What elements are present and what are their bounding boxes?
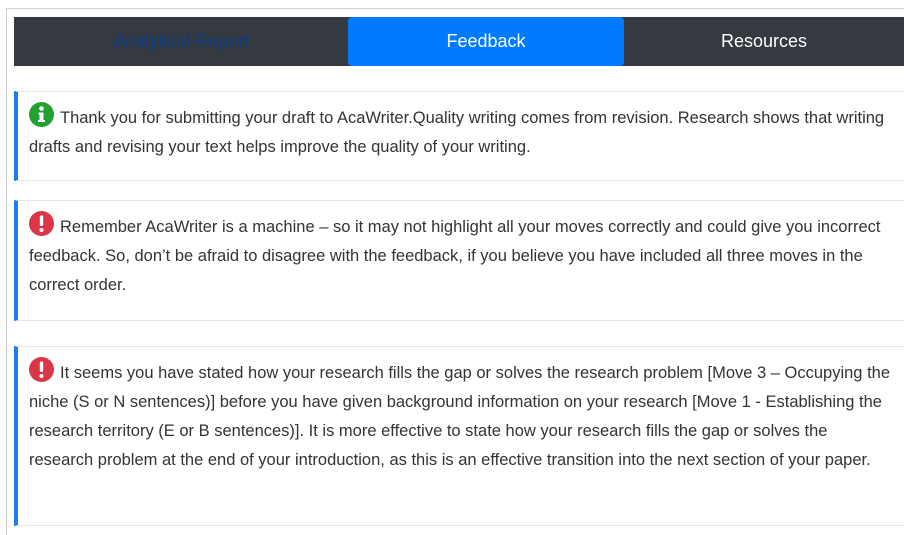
alert-icon (29, 211, 54, 236)
tab-resources[interactable]: Resources (624, 17, 904, 66)
tab-bar: Analytical Report Feedback Resources (14, 17, 904, 66)
tab-analytical-report[interactable]: Analytical Report (14, 17, 348, 66)
alert-icon (29, 357, 54, 382)
feedback-card-warning: Remember AcaWriter is a machine – so it … (14, 200, 904, 321)
feedback-card-move-order: It seems you have stated how your resear… (14, 346, 904, 526)
feedback-text: It seems you have stated how your resear… (29, 364, 891, 469)
info-icon (29, 102, 54, 127)
tab-feedback[interactable]: Feedback (348, 17, 624, 66)
feedback-text: Thank you for submitting your draft to A… (29, 109, 885, 156)
feedback-text: Remember AcaWriter is a machine – so it … (29, 218, 881, 294)
feedback-card-info: Thank you for submitting your draft to A… (14, 91, 904, 181)
